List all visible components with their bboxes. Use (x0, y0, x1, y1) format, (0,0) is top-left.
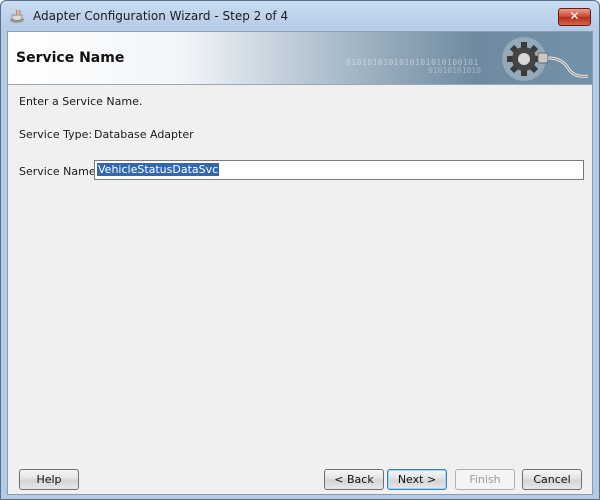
service-type-value: Database Adapter (94, 128, 194, 141)
header-banner: Service Name 0101010101010101010100101 0… (8, 32, 592, 85)
gear-plug-icon (502, 37, 589, 81)
close-button[interactable]: ✕ (558, 8, 591, 26)
service-name-input[interactable]: VehicleStatusDataSvc (94, 160, 584, 180)
back-button[interactable]: < Back (324, 469, 384, 490)
coffee-cup-icon (10, 9, 24, 23)
close-icon: ✕ (569, 9, 580, 23)
service-name-value: VehicleStatusDataSvc (97, 163, 220, 176)
next-button[interactable]: Next > (387, 469, 447, 490)
service-name-label: Service Name: (19, 165, 100, 178)
binary-decoration-2: 01010101010 (428, 66, 481, 75)
finish-button[interactable]: Finish (455, 469, 515, 490)
cancel-button[interactable]: Cancel (522, 469, 582, 490)
service-type-label: Service Type: (19, 128, 93, 141)
title-bar[interactable]: Adapter Configuration Wizard - Step 2 of… (1, 1, 599, 31)
intro-text: Enter a Service Name. (19, 95, 143, 108)
help-button[interactable]: Help (19, 469, 79, 490)
window-title: Adapter Configuration Wizard - Step 2 of… (33, 9, 289, 23)
wizard-window: Adapter Configuration Wizard - Step 2 of… (0, 0, 600, 500)
page-title: Service Name (16, 50, 125, 66)
wizard-content: Service Name 0101010101010101010100101 0… (7, 31, 593, 495)
